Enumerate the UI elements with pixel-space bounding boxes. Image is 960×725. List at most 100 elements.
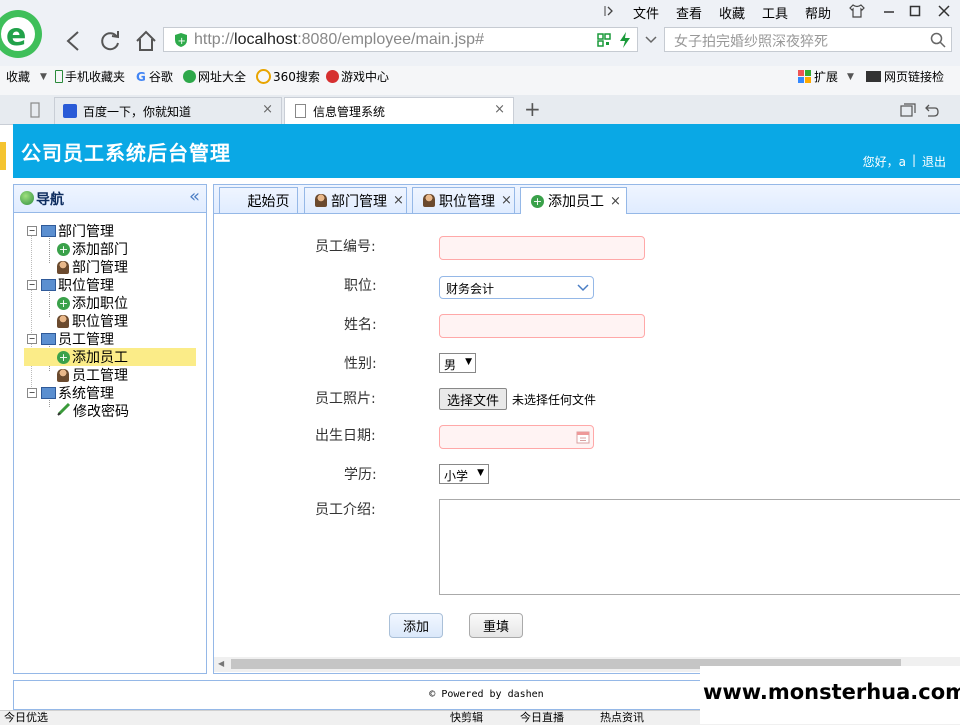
watermark: www.monsterhua.com xyxy=(700,666,960,724)
expand-minus-icon[interactable]: − xyxy=(27,226,37,236)
calendar-icon[interactable] xyxy=(576,430,590,448)
intro-textarea[interactable] xyxy=(439,499,960,595)
close-tab-icon[interactable]: × xyxy=(393,193,404,208)
close-tab-icon[interactable]: × xyxy=(501,193,512,208)
gender-select[interactable]: 男 ▼ xyxy=(439,353,476,373)
tab-home[interactable]: 起始页 xyxy=(219,187,298,213)
games-icon xyxy=(326,70,339,83)
label-education: 学历: xyxy=(344,467,377,483)
monitor-icon xyxy=(41,279,56,291)
maximize-icon[interactable] xyxy=(906,3,924,19)
education-select[interactable]: 小学 ▼ xyxy=(439,464,489,484)
nav-globe-icon xyxy=(20,191,34,205)
minimize-icon[interactable] xyxy=(880,3,898,19)
browser-tab-info-system[interactable]: 信息管理系统 × xyxy=(284,97,514,124)
bookmark-urls[interactable]: 网址大全 xyxy=(183,68,246,85)
tree-group-position[interactable]: − 职位管理 xyxy=(27,276,114,294)
menu-tools[interactable]: 工具 xyxy=(762,3,788,22)
tab-sidebar-icon[interactable] xyxy=(28,101,42,119)
tree-group-system-label: 系统管理 xyxy=(58,386,114,402)
label-emp-no: 员工编号: xyxy=(315,239,376,255)
search-box[interactable]: 女子拍完婚纱照深夜猝死 xyxy=(664,27,952,52)
lightning-icon[interactable] xyxy=(617,32,633,48)
tree-item-add-position[interactable]: + 添加职位 xyxy=(57,294,128,312)
tree-item-position-manage[interactable]: 职位管理 xyxy=(57,312,128,330)
status-item-news[interactable]: 热点资讯 xyxy=(600,711,644,724)
tab-add-employee-label: 添加员工 xyxy=(548,194,604,210)
tree-item-add-employee-label: 添加员工 xyxy=(72,350,128,366)
back-icon[interactable] xyxy=(60,28,86,54)
menu-favorites[interactable]: 收藏 xyxy=(719,3,745,22)
scroll-left-icon[interactable]: ◀ xyxy=(218,659,224,668)
bookmark-mobile[interactable]: 手机收藏夹 xyxy=(55,68,125,85)
user-area: 您好，a | 退出 xyxy=(863,153,946,170)
expand-minus-icon[interactable]: − xyxy=(27,334,37,344)
close-tab-icon[interactable]: × xyxy=(610,194,621,209)
expand-minus-icon[interactable]: − xyxy=(27,388,37,398)
name-input[interactable] xyxy=(439,314,645,338)
bookmark-google[interactable]: G 谷歌 xyxy=(136,68,173,85)
search-input[interactable]: 女子拍完婚纱照深夜猝死 xyxy=(674,31,828,51)
bookmark-urls-label: 网址大全 xyxy=(198,70,247,84)
choose-file-button[interactable]: 选择文件 xyxy=(439,388,507,410)
reset-button[interactable]: 重填 xyxy=(469,613,523,638)
expand-minus-icon[interactable]: − xyxy=(27,280,37,290)
tree-item-add-dept-label: 添加部门 xyxy=(72,242,128,258)
dropdown-chevron-icon[interactable] xyxy=(640,30,662,50)
status-item-kuaijianji[interactable]: 快剪辑 xyxy=(450,711,483,724)
emp-no-input[interactable] xyxy=(439,236,645,260)
sidebar-toggle-icon[interactable] xyxy=(602,4,616,18)
bookmark-favorites[interactable]: 收藏 ▼ xyxy=(6,68,47,85)
bookmark-games[interactable]: 游戏中心 xyxy=(326,68,389,85)
home-icon[interactable] xyxy=(132,27,160,55)
search-icon[interactable] xyxy=(929,31,947,49)
nav-title: 导航 xyxy=(36,192,64,208)
tree-group-dept[interactable]: − 部门管理 xyxy=(27,222,114,240)
bookmark-games-label: 游戏中心 xyxy=(341,70,390,84)
tree-item-add-dept[interactable]: + 添加部门 xyxy=(57,240,128,258)
menu-help[interactable]: 帮助 xyxy=(805,3,831,22)
search-360-icon xyxy=(256,69,271,84)
extensions-label: 扩展 xyxy=(814,70,839,84)
position-select[interactable]: 财务会计 xyxy=(439,276,594,299)
add-button[interactable]: 添加 xyxy=(389,613,443,638)
browser-tab-baidu[interactable]: 百度一下，你就知道 × xyxy=(54,97,282,124)
tree-item-dept-manage[interactable]: 部门管理 xyxy=(57,258,128,276)
skin-shirt-icon[interactable] xyxy=(848,3,866,19)
link-checker-button[interactable]: 网页链接检 xyxy=(866,68,944,85)
tab-position-manage[interactable]: 职位管理 × xyxy=(412,187,515,213)
secure-shield-icon: + xyxy=(172,31,190,49)
bookmark-360search[interactable]: 360搜索 xyxy=(256,68,320,85)
menu-view[interactable]: 查看 xyxy=(676,3,702,22)
status-left-text[interactable]: 今日优选 xyxy=(4,711,48,724)
address-bar[interactable]: + http://localhost:8080/employee/main.js… xyxy=(163,27,638,52)
user-icon xyxy=(315,194,327,207)
refresh-icon[interactable] xyxy=(96,27,124,55)
tab-dept-manage[interactable]: 部门管理 × xyxy=(304,187,407,213)
qr-code-icon[interactable] xyxy=(596,32,612,48)
caret-down-icon: ▼ xyxy=(477,468,484,478)
tab-list-icon[interactable] xyxy=(899,101,917,119)
tree-item-add-employee[interactable]: + 添加员工 xyxy=(57,348,128,366)
tree-item-employee-manage[interactable]: 员工管理 xyxy=(57,366,128,384)
tab-add-employee[interactable]: + 添加员工 × xyxy=(520,187,627,214)
close-tab-icon[interactable]: × xyxy=(262,102,273,117)
caret-down-icon: ▼ xyxy=(465,357,472,367)
tree-group-employee[interactable]: − 员工管理 xyxy=(27,330,114,348)
undo-close-icon[interactable] xyxy=(922,101,940,119)
add-circle-icon: + xyxy=(57,350,70,364)
collapse-nav-button[interactable]: « xyxy=(189,186,200,207)
new-tab-button[interactable]: + xyxy=(524,97,541,121)
menu-file[interactable]: 文件 xyxy=(633,3,659,22)
logout-link[interactable]: 退出 xyxy=(922,153,946,170)
page-icon xyxy=(295,104,306,118)
close-tab-icon[interactable]: × xyxy=(494,102,505,117)
tree-item-change-password[interactable]: 修改密码 xyxy=(57,402,129,420)
birthday-input[interactable] xyxy=(439,425,594,449)
tree-group-system[interactable]: − 系统管理 xyxy=(27,384,114,402)
extensions-button[interactable]: 扩展 ▼ xyxy=(798,68,854,85)
left-edge-marker xyxy=(0,142,6,170)
tab-dept-manage-label: 部门管理 xyxy=(331,193,387,210)
status-item-live[interactable]: 今日直播 xyxy=(520,711,564,724)
close-window-icon[interactable] xyxy=(935,3,953,19)
